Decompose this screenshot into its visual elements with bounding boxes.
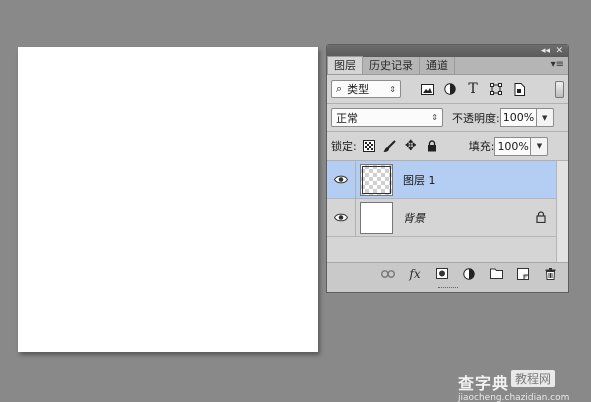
collapse-panel-icon[interactable]: ◂◂ <box>541 45 550 57</box>
tab-history[interactable]: 历史记录 <box>363 57 420 74</box>
layer-row[interactable]: 背景 <box>327 198 568 237</box>
visibility-toggle[interactable] <box>327 160 356 199</box>
watermark: 查字典 教程网 jiaocheng.chazidian.com <box>458 370 588 402</box>
tab-layers[interactable]: 图层 <box>327 56 363 74</box>
blend-row: 正常 ⇕ 不透明度: 100% ▼ <box>327 104 568 132</box>
fill-field[interactable]: 100% <box>494 136 531 156</box>
eye-icon <box>334 213 348 222</box>
adjustment-layer-icon[interactable] <box>461 266 477 282</box>
search-icon: ⌕ <box>336 82 343 95</box>
fill-dropdown-button[interactable]: ▼ <box>530 136 549 156</box>
filter-kind-select[interactable]: ⌕ 类型 ⇕ <box>331 80 401 98</box>
layer-name[interactable]: 背景 <box>403 210 425 226</box>
fill-label: 填充: <box>468 140 495 153</box>
image-filter-icon[interactable] <box>419 81 435 97</box>
lock-all-icon[interactable] <box>425 139 439 153</box>
watermark-tag: 教程网 <box>511 370 556 387</box>
lock-transparent-pixels-icon[interactable] <box>362 139 376 153</box>
layers-list: 图层 1 背景 <box>327 160 568 266</box>
layer-thumbnail[interactable] <box>360 201 393 234</box>
opacity-dropdown-button[interactable]: ▼ <box>535 108 554 127</box>
blend-mode-select[interactable]: 正常 ⇕ <box>331 108 443 127</box>
panel-resize-grip[interactable] <box>327 284 568 292</box>
text-filter-icon[interactable]: T <box>465 81 481 97</box>
layer-name[interactable]: 图层 1 <box>403 172 436 188</box>
blend-mode-value: 正常 <box>336 111 358 125</box>
add-mask-icon[interactable] <box>434 266 450 282</box>
lock-image-pixels-icon[interactable] <box>383 139 397 153</box>
visibility-toggle[interactable] <box>327 198 356 237</box>
new-group-icon[interactable] <box>488 266 504 282</box>
watermark-url: jiaocheng.chazidian.com <box>458 393 570 402</box>
lock-icon <box>536 211 546 226</box>
panel-bottom-bar: fx <box>327 262 568 284</box>
layers-panel: ◂◂ ✕ 图层 历史记录 通道 ▾≡ ⌕ 类型 ⇕ T 正常 ⇕ 不透明度: 1… <box>326 44 569 293</box>
select-arrow-icon: ⇕ <box>431 113 438 122</box>
layer-filter-row: ⌕ 类型 ⇕ T <box>327 75 568 104</box>
document-canvas[interactable] <box>18 47 318 352</box>
adjustment-filter-icon[interactable] <box>442 81 458 97</box>
lock-label: 锁定: <box>331 140 357 153</box>
select-arrow-icon: ⇕ <box>389 84 396 94</box>
eye-icon <box>334 175 348 184</box>
filter-kind-label: 类型 <box>347 83 370 96</box>
new-layer-icon[interactable] <box>515 266 531 282</box>
panel-title-bar: ◂◂ ✕ <box>327 45 568 57</box>
layers-scrollbar[interactable] <box>556 161 568 266</box>
panel-menu-icon[interactable]: ▾≡ <box>551 59 564 71</box>
opacity-label: 不透明度: <box>452 111 500 125</box>
watermark-brand: 查字典 <box>458 374 510 393</box>
layer-thumbnail[interactable] <box>360 163 393 196</box>
link-layers-icon[interactable] <box>380 266 396 282</box>
tab-channels[interactable]: 通道 <box>420 57 455 74</box>
fx-icon[interactable]: fx <box>407 266 423 282</box>
lock-row: 锁定: ✥ 填充: 100% ▼ <box>327 132 568 161</box>
layer-row[interactable]: 图层 1 <box>327 160 568 199</box>
shape-filter-icon[interactable] <box>488 81 504 97</box>
panel-tabs: 图层 历史记录 通道 ▾≡ <box>327 56 568 75</box>
opacity-field[interactable]: 100% <box>499 108 536 127</box>
close-panel-icon[interactable]: ✕ <box>555 45 563 57</box>
delete-icon[interactable] <box>542 266 558 282</box>
lock-position-icon[interactable]: ✥ <box>404 138 418 154</box>
smart-object-filter-icon[interactable] <box>511 81 527 97</box>
filter-toggle-switch[interactable] <box>555 81 564 98</box>
